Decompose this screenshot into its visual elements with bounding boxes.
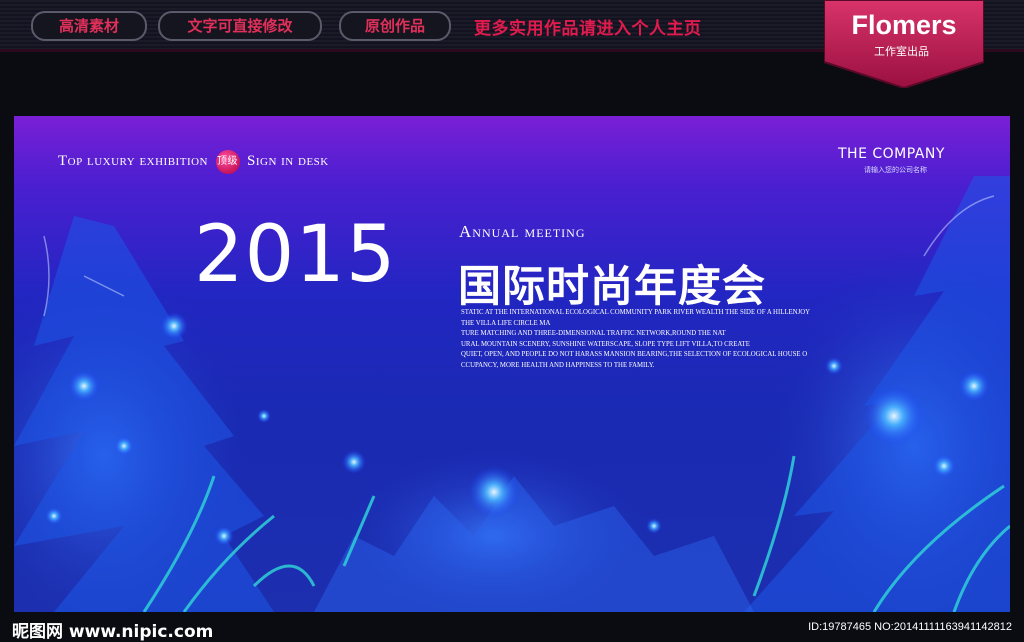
description-line: THE VILLA LIFE CIRCLE MA [461,319,551,327]
original-work-pill[interactable]: 原创作品 [339,11,451,41]
description-line: QUIET, OPEN, AND PEOPLE DO NOT HARASS MA… [461,351,808,359]
editable-text-pill[interactable]: 文字可直接修改 [158,11,322,41]
description-line: CCUPANCY, MORE HEALTH AND HAPPINESS TO T… [461,361,655,369]
glow-mid-left [342,450,366,474]
tagline-part2: Sign in desk [247,152,329,169]
company-subtitle: 请输入您的公司名称 [864,166,927,174]
image-id-label: ID:19787465 NO:20141111163941142812 [808,621,1012,633]
brand-subtitle: 工作室出品 [874,45,929,58]
event-year: 2015 [194,210,397,300]
glow-far-right [958,370,990,402]
description-line: URAL MOUNTAIN SCENERY, SUNSHINE WATERSCA… [461,340,750,348]
event-description: STATIC AT THE INTERNATIONAL ECOLOGICAL C… [461,308,841,372]
glow-center [468,466,520,518]
top-badge: 顶级 [215,150,240,174]
glow-left-top [160,312,188,340]
glow-right-lower [932,454,956,478]
nipic-watermark[interactable]: 昵图网 www.nipic.com [12,617,213,642]
banner: Top luxury exhibition 顶级 Sign in desk TH… [14,116,1010,612]
promo-link[interactable]: 更多实用作品请进入个人主页 [474,14,702,39]
top-luxury-tagline: Top luxury exhibition 顶级 Sign in desk [58,150,329,174]
glow-small [257,409,271,423]
event-title: 国际时尚年度会 [458,262,766,312]
footer: 昵图网 www.nipic.com ID:19787465 NO:2014111… [0,612,1024,642]
glow-left-lower [114,436,134,456]
company-name: THE COMPANY [838,146,945,162]
description-line: TURE MATCHING AND THREE-DIMENSIONAL TRAF… [461,330,726,338]
description-line: STATIC AT THE INTERNATIONAL ECOLOGICAL C… [461,309,811,316]
annual-meeting-label: Annual meeting [459,222,586,241]
brand-name: Flomers [851,10,957,40]
glow-edge [45,507,63,525]
brand-badge[interactable]: Flomers 工作室出品 [824,0,984,88]
glow-right [864,386,924,446]
glow-left-bottom [214,526,234,546]
tagline-part1: Top luxury exhibition [58,152,208,169]
glow-mid-right [646,518,662,534]
glow-left [68,370,100,402]
hd-material-pill[interactable]: 高清素材 [31,11,147,41]
